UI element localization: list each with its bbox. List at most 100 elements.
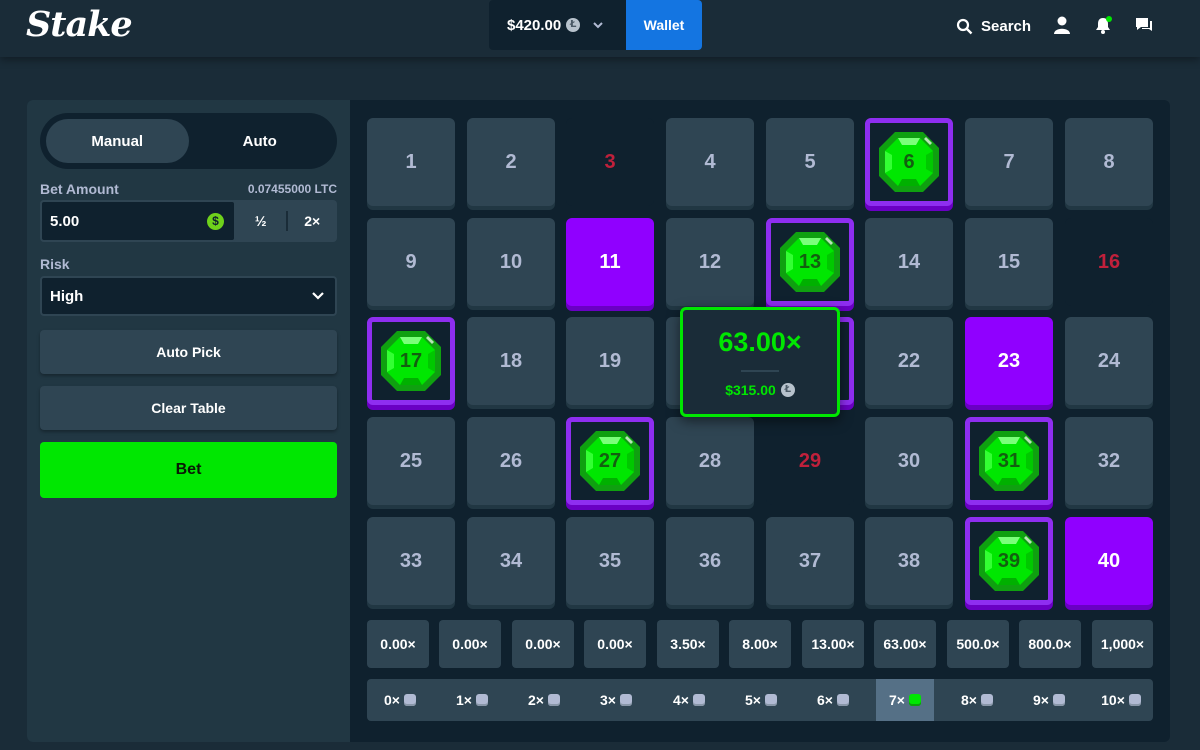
bet-button[interactable]: Bet xyxy=(40,442,337,498)
half-bet-button[interactable]: ½ xyxy=(236,200,286,242)
ltc-coin-icon: Ł xyxy=(780,383,795,397)
balance-selector[interactable]: $420.00 Ł xyxy=(489,0,626,50)
tile-1[interactable]: 1 xyxy=(367,118,455,206)
tile-38[interactable]: 38 xyxy=(865,517,953,605)
bet-amount-crypto: 0.07455000 LTC xyxy=(247,182,337,196)
tile-number: 30 xyxy=(897,449,921,472)
payout-8: 500.0× xyxy=(947,620,1009,668)
auto-pick-button[interactable]: Auto Pick xyxy=(40,330,337,374)
tile-18[interactable]: 18 xyxy=(467,317,555,405)
payout-7: 63.00× xyxy=(874,620,936,668)
payout-2: 0.00× xyxy=(512,620,574,668)
tile-36[interactable]: 36 xyxy=(666,517,754,605)
tile-35[interactable]: 35 xyxy=(566,517,654,605)
tile-10[interactable]: 10 xyxy=(467,218,555,306)
tile-number: 8 xyxy=(1103,150,1115,173)
tile-19[interactable]: 19 xyxy=(566,317,654,405)
tile-9[interactable]: 9 xyxy=(367,218,455,306)
risk-label: Risk xyxy=(40,256,70,272)
bet-amount-input[interactable]: 5.00 $ xyxy=(40,200,236,242)
hit-label: 9× xyxy=(1033,692,1049,708)
tile-number: 9 xyxy=(405,250,417,273)
tile-33[interactable]: 33 xyxy=(367,517,455,605)
search-label: Search xyxy=(981,17,1032,35)
tile-number: 32 xyxy=(1097,449,1121,472)
tile-39[interactable]: 39 xyxy=(965,517,1053,605)
tile-23[interactable]: 23 xyxy=(965,317,1053,405)
hit-count-1: 1× xyxy=(443,679,501,721)
tile-number: 16 xyxy=(1097,250,1121,273)
ltc-coin-icon: Ł xyxy=(566,18,581,32)
tile-40[interactable]: 40 xyxy=(1065,517,1153,605)
tile-number: 5 xyxy=(804,150,816,173)
tile-30[interactable]: 30 xyxy=(865,417,953,505)
tile-32[interactable]: 32 xyxy=(1065,417,1153,505)
tile-28[interactable]: 28 xyxy=(666,417,754,505)
tile-5[interactable]: 5 xyxy=(766,118,854,206)
tile-7[interactable]: 7 xyxy=(965,118,1053,206)
tile-8[interactable]: 8 xyxy=(1065,118,1153,206)
tile-24[interactable]: 24 xyxy=(1065,317,1153,405)
payout-6: 13.00× xyxy=(802,620,864,668)
gem-icon xyxy=(547,694,560,706)
user-icon[interactable] xyxy=(1052,15,1072,35)
bell-icon[interactable] xyxy=(1093,15,1113,35)
clear-table-button[interactable]: Clear Table xyxy=(40,386,337,430)
chat-icon[interactable] xyxy=(1134,15,1154,35)
tile-14[interactable]: 14 xyxy=(865,218,953,306)
tile-34[interactable]: 34 xyxy=(467,517,555,605)
bet-amount-group: 5.00 $ ½ 2× xyxy=(40,200,337,242)
tile-number: 13 xyxy=(798,250,822,273)
tile-27[interactable]: 27 xyxy=(566,417,654,505)
tile-number: 6 xyxy=(903,150,915,173)
hit-label: 10× xyxy=(1101,692,1125,708)
win-amount-row: $315.00 Ł xyxy=(683,382,837,398)
top-header: Stake $420.00 Ł Wallet Search xyxy=(0,0,1200,57)
tile-2[interactable]: 2 xyxy=(467,118,555,206)
tile-16[interactable]: 16 xyxy=(1065,218,1153,306)
tile-31[interactable]: 31 xyxy=(965,417,1053,505)
gem-icon xyxy=(908,694,921,706)
tile-25[interactable]: 25 xyxy=(367,417,455,505)
tile-number: 7 xyxy=(1003,150,1015,173)
tile-29[interactable]: 29 xyxy=(766,417,854,505)
tile-22[interactable]: 22 xyxy=(865,317,953,405)
search-button[interactable]: Search xyxy=(956,15,1031,37)
tab-auto[interactable]: Auto xyxy=(189,119,332,163)
tile-number: 22 xyxy=(897,349,921,372)
tile-number: 39 xyxy=(997,549,1021,572)
chevron-down-icon xyxy=(312,292,324,300)
tile-37[interactable]: 37 xyxy=(766,517,854,605)
tile-number: 31 xyxy=(997,449,1021,472)
tile-4[interactable]: 4 xyxy=(666,118,754,206)
gem-icon xyxy=(836,694,849,706)
gem-icon xyxy=(1128,694,1141,706)
hit-count-6: 6× xyxy=(804,679,862,721)
tile-number: 26 xyxy=(499,449,523,472)
gem-icon xyxy=(692,694,705,706)
gem-icon xyxy=(1052,694,1065,706)
dollar-coin-icon: $ xyxy=(207,213,224,230)
bet-amount-value: 5.00 xyxy=(50,212,80,230)
tab-manual[interactable]: Manual xyxy=(46,119,189,163)
hit-count-4: 4× xyxy=(660,679,718,721)
risk-select[interactable]: High xyxy=(40,276,337,316)
tile-26[interactable]: 26 xyxy=(467,417,555,505)
double-bet-button[interactable]: 2× xyxy=(288,200,338,242)
tile-number: 24 xyxy=(1097,349,1121,372)
tile-15[interactable]: 15 xyxy=(965,218,1053,306)
wallet-button[interactable]: Wallet xyxy=(626,0,702,50)
tile-number: 11 xyxy=(599,250,621,273)
gem-icon xyxy=(475,694,488,706)
tile-6[interactable]: 6 xyxy=(865,118,953,206)
hit-count-9: 9× xyxy=(1020,679,1078,721)
tile-3[interactable]: 3 xyxy=(566,118,654,206)
tile-11[interactable]: 11 xyxy=(566,218,654,306)
stake-logo[interactable]: Stake xyxy=(26,4,133,45)
tile-13[interactable]: 13 xyxy=(766,218,854,306)
tile-12[interactable]: 12 xyxy=(666,218,754,306)
tile-17[interactable]: 17 xyxy=(367,317,455,405)
tile-number: 34 xyxy=(499,549,523,572)
payout-3: 0.00× xyxy=(584,620,646,668)
hit-label: 4× xyxy=(673,692,689,708)
